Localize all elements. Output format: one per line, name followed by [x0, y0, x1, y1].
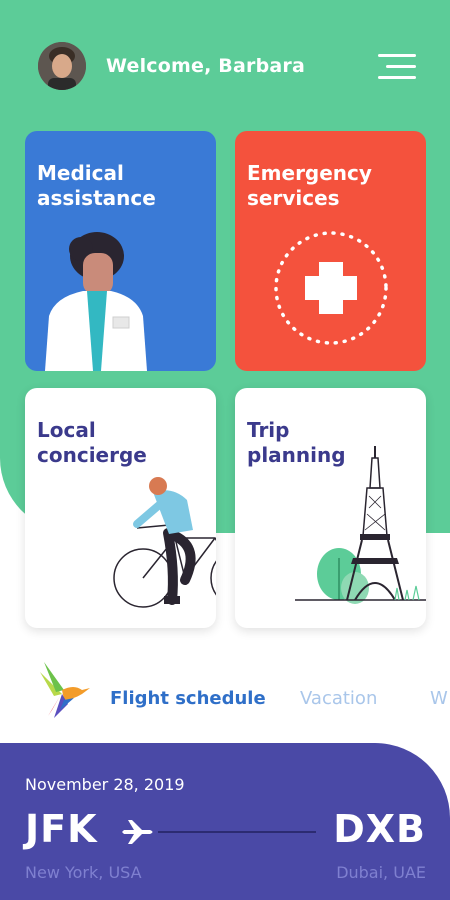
medical-assistance-card[interactable]: Medical assistance: [25, 131, 216, 371]
doctor-illustration: [45, 232, 147, 371]
local-concierge-card[interactable]: Local concierge: [25, 388, 216, 628]
tab-more[interactable]: W: [430, 688, 448, 709]
eiffel-tower-illustration: [295, 446, 426, 604]
hamburger-menu-icon[interactable]: [378, 52, 416, 80]
emergency-services-card[interactable]: Emergency services: [235, 131, 426, 371]
departure-city: New York, USA: [25, 863, 142, 882]
hummingbird-logo-icon: [40, 662, 90, 718]
category-tabs: Flight schedule Vacation W: [0, 650, 450, 730]
trip-planning-card[interactable]: Trip planning: [235, 388, 426, 628]
medical-cross-icon: [274, 231, 388, 345]
arrival-city: Dubai, UAE: [336, 863, 426, 882]
route-line: [158, 831, 316, 833]
header: Welcome, Barbara: [0, 0, 450, 132]
arrival-code: DXB: [333, 807, 426, 851]
tab-vacation[interactable]: Vacation: [300, 688, 377, 709]
airplane-icon: [122, 820, 153, 844]
user-photo-icon: [38, 42, 86, 90]
flight-card[interactable]: November 28, 2019 JFK DXB New York, USA …: [0, 743, 450, 900]
cyclist-illustration: [113, 477, 216, 608]
flight-date: November 28, 2019: [25, 775, 185, 794]
avatar[interactable]: [38, 42, 86, 90]
welcome-text: Welcome, Barbara: [106, 55, 305, 77]
departure-code: JFK: [25, 807, 98, 851]
tab-flight-schedule[interactable]: Flight schedule: [110, 688, 266, 709]
